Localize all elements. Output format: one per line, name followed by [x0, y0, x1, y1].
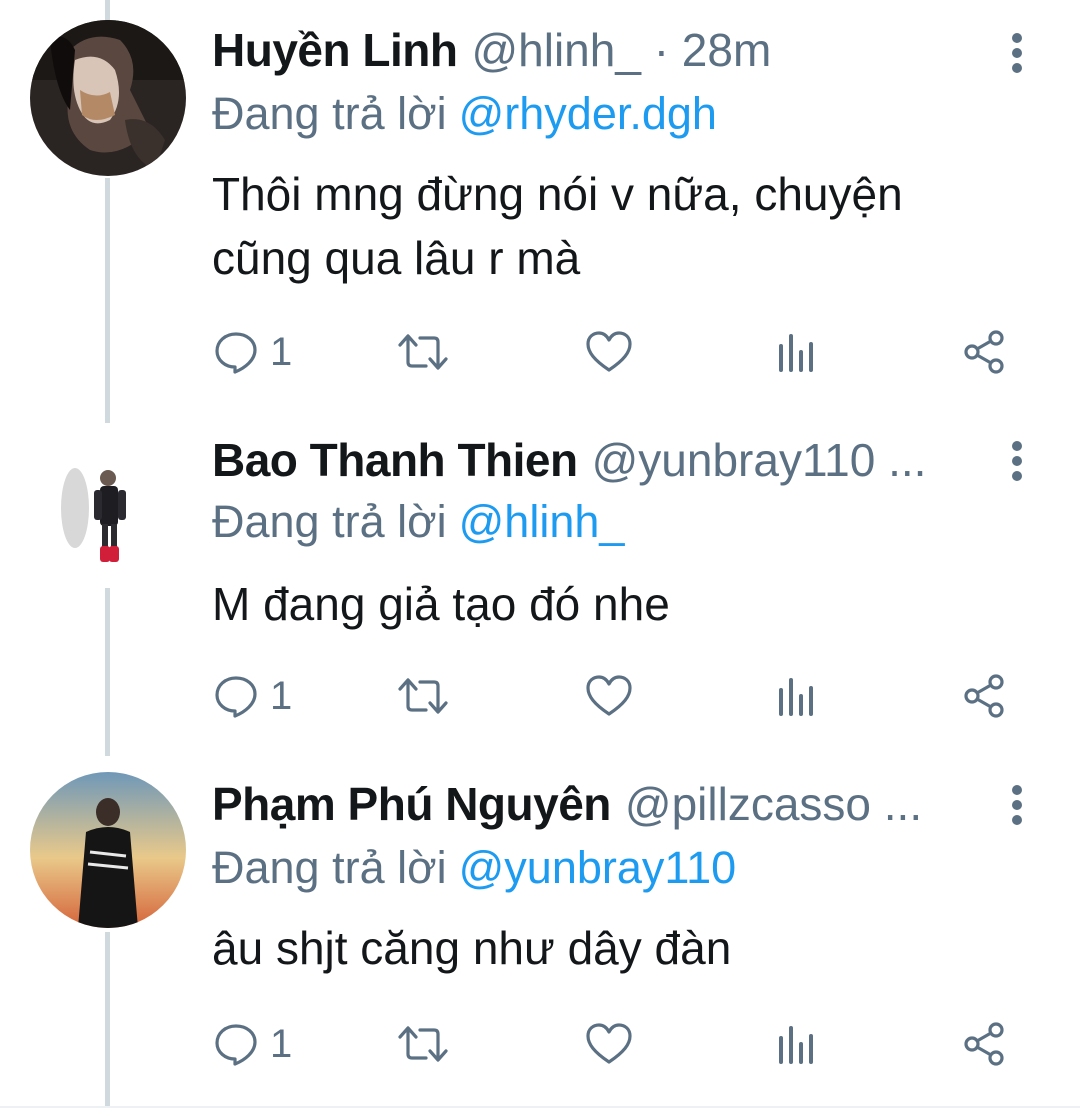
heart-icon	[586, 675, 632, 716]
user-handle[interactable]: @pillzcasso ...	[625, 778, 922, 830]
reply-mention-link[interactable]: @rhyder.dgh	[459, 88, 717, 139]
retweet-button[interactable]	[396, 668, 450, 724]
share-icon	[964, 330, 1004, 374]
share-button[interactable]	[960, 1016, 1008, 1072]
reply-mention-link[interactable]: @hlinh_	[459, 496, 625, 547]
reply-mention-link[interactable]: @yunbray110	[459, 842, 737, 893]
thread-line-3	[105, 932, 110, 1108]
display-name[interactable]: Huyền Linh	[212, 24, 458, 76]
more-options-button[interactable]	[1000, 22, 1034, 82]
replying-to: Đang trả lời @yunbray110	[212, 838, 736, 898]
tweet-text: M đang giả tạo đó nhe	[212, 572, 1032, 636]
reply-tweet-1[interactable]: Huyền Linh @hlinh_ · 28m Đang trả lời @rhy…	[0, 0, 1080, 420]
avatar[interactable]	[30, 428, 186, 584]
tweet-text: Thôi mng đừng nói v nữa, chuyện cũng qua…	[212, 162, 1032, 290]
tweet-text: âu shjt căng như dây đàn	[212, 916, 1032, 980]
display-name[interactable]: Bao Thanh Thien	[212, 434, 578, 486]
display-name[interactable]: Phạm Phú Nguyên	[212, 778, 611, 830]
retweet-button[interactable]	[396, 324, 450, 380]
replying-to-label: Đang trả lời	[212, 496, 447, 547]
user-handle[interactable]: @yunbray110 ...	[592, 434, 927, 486]
more-vertical-icon	[1012, 785, 1022, 825]
reply-count: 1	[270, 1022, 293, 1066]
reply-button[interactable]: 1	[212, 324, 292, 380]
tweet-actions: 1	[212, 324, 1052, 380]
retweet-icon	[398, 678, 448, 714]
like-button[interactable]	[584, 668, 634, 724]
share-button[interactable]	[960, 324, 1008, 380]
analytics-icon	[779, 678, 813, 716]
retweet-icon	[398, 1026, 448, 1062]
analytics-button[interactable]	[774, 1016, 818, 1072]
reply-button[interactable]: 1	[212, 668, 292, 724]
comment-icon	[215, 676, 257, 718]
bottom-divider	[0, 1106, 1080, 1108]
reply-count: 1	[270, 674, 293, 718]
more-vertical-icon	[1012, 33, 1022, 73]
user-handle[interactable]: @hlinh_ · 28m	[471, 24, 771, 76]
like-button[interactable]	[584, 1016, 634, 1072]
more-options-button[interactable]	[1000, 774, 1034, 834]
tweet-text-line: Thôi mng đừng nói v nữa, chuyện	[212, 168, 903, 220]
tweet-header: Bao Thanh Thien @yunbray110 ...	[212, 430, 1020, 490]
like-button[interactable]	[584, 324, 634, 380]
replying-to-label: Đang trả lời	[212, 88, 447, 139]
analytics-icon	[779, 334, 813, 372]
analytics-icon	[779, 1026, 813, 1064]
avatar[interactable]	[30, 772, 186, 928]
heart-icon	[586, 1023, 632, 1064]
more-vertical-icon	[1012, 441, 1022, 481]
replying-to-label: Đang trả lời	[212, 842, 447, 893]
reply-count: 1	[270, 330, 293, 374]
woman-photo-avatar-icon	[30, 20, 186, 176]
tweet-header: Phạm Phú Nguyên @pillzcasso ...	[212, 774, 1020, 834]
share-icon	[964, 674, 1004, 718]
retweet-icon	[398, 334, 448, 370]
man-gradient-avatar-icon	[30, 772, 186, 928]
analytics-button[interactable]	[774, 668, 818, 724]
analytics-button[interactable]	[774, 324, 818, 380]
replying-to: Đang trả lời @rhyder.dgh	[212, 84, 717, 144]
retweet-button[interactable]	[396, 1016, 450, 1072]
tweet-actions: 1	[212, 668, 1052, 724]
tweet-text-line: M đang giả tạo đó nhe	[212, 578, 670, 630]
replying-to: Đang trả lời @hlinh_	[212, 492, 624, 552]
tweet-actions: 1	[212, 1016, 1052, 1072]
thread-line-2	[105, 588, 110, 756]
reply-button[interactable]: 1	[212, 1016, 292, 1072]
tweet-text-line: cũng qua lâu r mà	[212, 232, 581, 284]
more-options-button[interactable]	[1000, 430, 1034, 490]
comment-icon	[215, 332, 257, 374]
avatar[interactable]	[30, 20, 186, 176]
tweet-text-line: âu shjt căng như dây đàn	[212, 922, 732, 974]
tweet-header: Huyền Linh @hlinh_ · 28m	[212, 20, 1020, 80]
standing-man-avatar-icon	[30, 428, 186, 584]
comment-icon	[215, 1024, 257, 1066]
share-button[interactable]	[960, 668, 1008, 724]
heart-icon	[586, 331, 632, 372]
share-icon	[964, 1022, 1004, 1066]
